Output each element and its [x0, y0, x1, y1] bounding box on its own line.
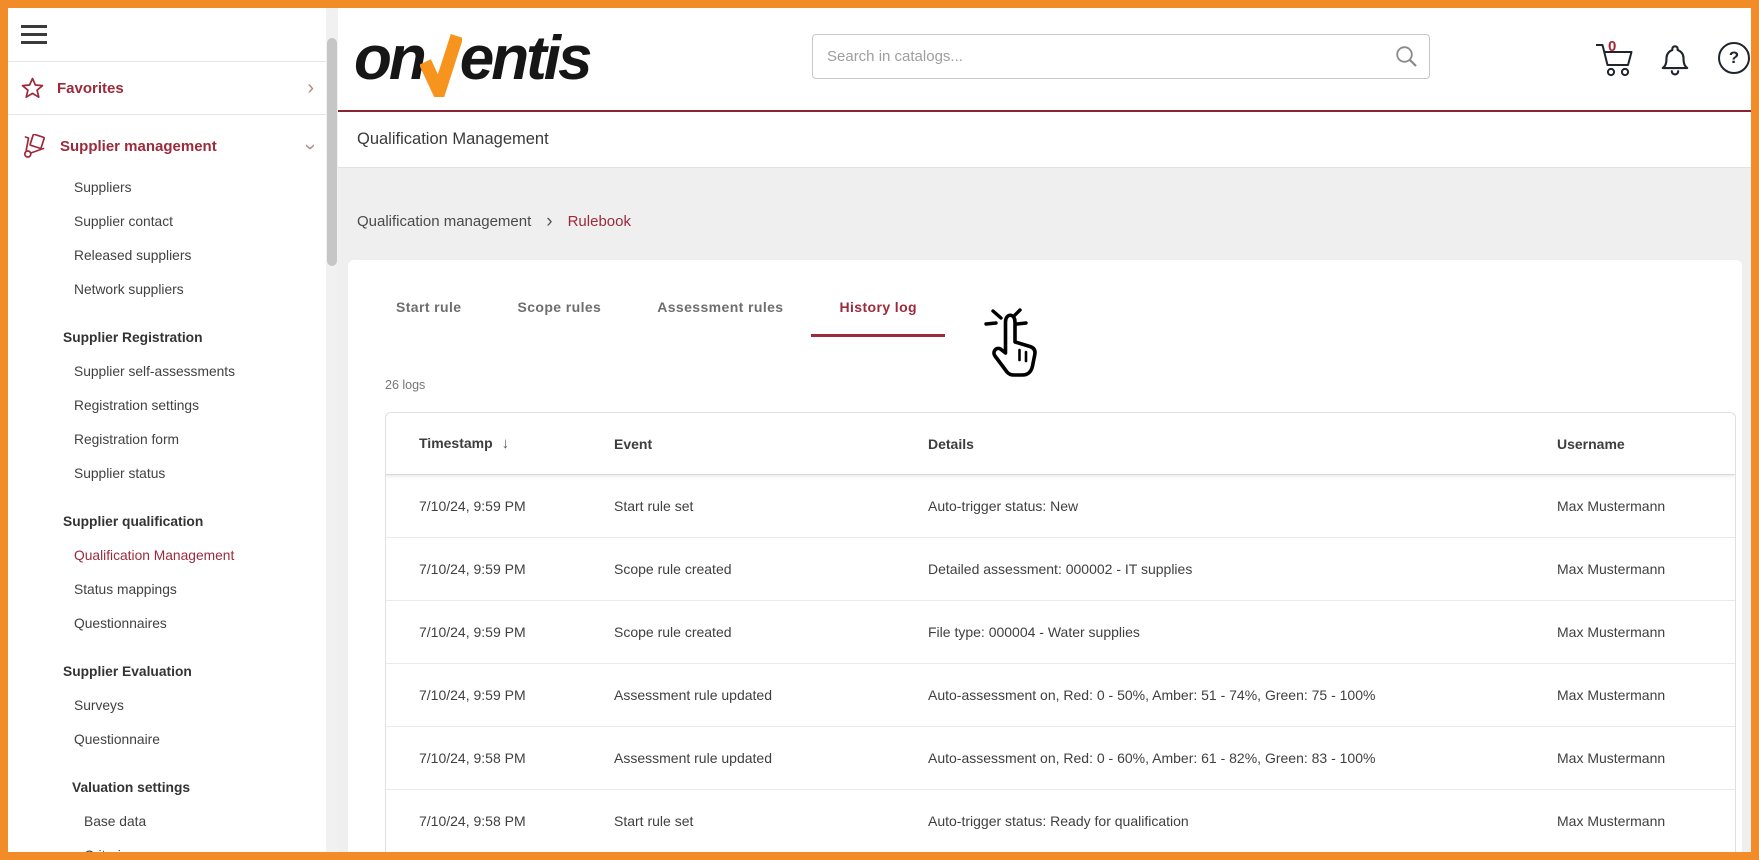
notifications-button[interactable]: [1658, 42, 1692, 81]
cell-details: Auto-trigger status: New: [928, 498, 1557, 514]
sidebar-item-favorites[interactable]: Favorites ›: [8, 62, 338, 115]
sidebar-item-questionnaires[interactable]: Questionnaires: [8, 607, 338, 641]
column-header-timestamp[interactable]: Timestamp↓: [386, 435, 614, 452]
table-row: 7/10/24, 9:59 PM Scope rule created Deta…: [386, 538, 1735, 601]
cell-timestamp: 7/10/24, 9:59 PM: [386, 624, 614, 640]
sidebar-item-registration-settings[interactable]: Registration settings: [8, 389, 338, 423]
sidebar-item-base-data[interactable]: Base data: [8, 805, 338, 839]
rulebook-panel: Start rule Scope rules Assessment rules …: [348, 260, 1742, 852]
page-title-bar: Qualification Management: [338, 112, 1751, 168]
logo-check-icon: [420, 31, 462, 97]
table-row: 7/10/24, 9:59 PM Start rule set Auto-tri…: [386, 475, 1735, 538]
sort-desc-icon: ↓: [502, 435, 510, 452]
section-title-supplier-evaluation: Supplier Evaluation: [8, 655, 338, 689]
tab-scope-rules[interactable]: Scope rules: [489, 294, 629, 320]
breadcrumb-separator-icon: ›: [546, 208, 552, 236]
breadcrumb-parent[interactable]: Qualification management: [357, 208, 531, 236]
tab-history-log[interactable]: History log: [811, 294, 945, 320]
cell-username: Max Mustermann: [1557, 498, 1735, 514]
cell-event: Scope rule created: [614, 561, 928, 577]
favorites-label: Favorites: [57, 80, 124, 97]
logo-part1: on: [354, 31, 424, 87]
cell-details: Detailed assessment: 000002 - IT supplie…: [928, 561, 1557, 577]
sidebar-nav: Suppliers Supplier contact Released supp…: [8, 171, 338, 852]
cell-timestamp: 7/10/24, 9:59 PM: [386, 561, 614, 577]
table-row: 7/10/24, 9:59 PM Scope rule created File…: [386, 601, 1735, 664]
table-header-row: Timestamp↓ Event Details Username: [386, 413, 1735, 475]
sidebar-item-criteria[interactable]: Criteria: [8, 839, 338, 852]
topbar: on entis: [338, 8, 1751, 112]
cell-details: Auto-assessment on, Red: 0 - 50%, Amber:…: [928, 687, 1557, 703]
sidebar-top: [8, 8, 338, 62]
main-area: on entis: [338, 8, 1751, 852]
cell-username: Max Mustermann: [1557, 687, 1735, 703]
cell-timestamp: 7/10/24, 9:59 PM: [386, 687, 614, 703]
section-title-valuation-settings: Valuation settings: [8, 771, 338, 805]
table-row: 7/10/24, 9:58 PM Start rule set Auto-tri…: [386, 790, 1735, 852]
cell-event: Assessment rule updated: [614, 687, 928, 703]
star-icon: [21, 77, 44, 99]
cart-button[interactable]: 0: [1593, 42, 1635, 83]
app-window: Favorites › Supplier management › Suppli…: [8, 8, 1751, 852]
cell-details: Auto-trigger status: Ready for qualifica…: [928, 813, 1557, 829]
column-header-username[interactable]: Username: [1557, 436, 1735, 452]
cell-username: Max Mustermann: [1557, 750, 1735, 766]
logs-count: 26 logs: [385, 378, 1742, 396]
cell-username: Max Mustermann: [1557, 813, 1735, 829]
cell-username: Max Mustermann: [1557, 624, 1735, 640]
cell-event: Start rule set: [614, 813, 928, 829]
cell-details: File type: 000004 - Water supplies: [928, 624, 1557, 640]
column-header-details[interactable]: Details: [928, 436, 1557, 452]
bell-icon: [1658, 42, 1692, 76]
sidebar-item-supplier-status[interactable]: Supplier status: [8, 457, 338, 491]
section-title-supplier-qualification: Supplier qualification: [8, 505, 338, 539]
history-log-table: Timestamp↓ Event Details Username 7/10/2…: [385, 412, 1736, 852]
catalog-search: [812, 34, 1430, 79]
tab-start-rule[interactable]: Start rule: [368, 294, 489, 320]
supplier-management-label: Supplier management: [60, 138, 217, 155]
sidebar-item-supplier-management[interactable]: Supplier management ›: [8, 115, 338, 163]
logo-part2: entis: [460, 31, 590, 87]
breadcrumb-current[interactable]: Rulebook: [568, 208, 631, 236]
sidebar-item-surveys[interactable]: Surveys: [8, 689, 338, 723]
cell-timestamp: 7/10/24, 9:58 PM: [386, 750, 614, 766]
sidebar-scrollbar-thumb[interactable]: [327, 38, 337, 266]
logo[interactable]: on entis: [354, 31, 589, 87]
content-area: Qualification management › Rulebook Star…: [338, 168, 1751, 852]
tab-assessment-rules[interactable]: Assessment rules: [629, 294, 811, 320]
cell-timestamp: 7/10/24, 9:59 PM: [386, 498, 614, 514]
cell-event: Start rule set: [614, 498, 928, 514]
cell-timestamp: 7/10/24, 9:58 PM: [386, 813, 614, 829]
help-button[interactable]: ?: [1718, 42, 1750, 74]
search-input[interactable]: [812, 34, 1430, 79]
chevron-right-icon: ›: [307, 78, 314, 98]
sidebar-item-registration-form[interactable]: Registration form: [8, 423, 338, 457]
breadcrumb: Qualification management › Rulebook: [357, 208, 1742, 236]
section-title-supplier-registration: Supplier Registration: [8, 321, 338, 355]
sidebar-item-questionnaire[interactable]: Questionnaire: [8, 723, 338, 757]
table-row: 7/10/24, 9:59 PM Assessment rule updated…: [386, 664, 1735, 727]
sidebar-item-qualification-management[interactable]: Qualification Management: [8, 539, 338, 573]
sidebar-item-status-mappings[interactable]: Status mappings: [8, 573, 338, 607]
cell-username: Max Mustermann: [1557, 561, 1735, 577]
dolly-icon: [21, 134, 47, 160]
search-icon[interactable]: [1395, 45, 1418, 68]
sidebar-item-supplier-contact[interactable]: Supplier contact: [8, 205, 338, 239]
cell-details: Auto-assessment on, Red: 0 - 60%, Amber:…: [928, 750, 1557, 766]
sidebar: Favorites › Supplier management › Suppli…: [8, 8, 338, 852]
cell-event: Scope rule created: [614, 624, 928, 640]
sidebar-item-network-suppliers[interactable]: Network suppliers: [8, 273, 338, 307]
help-icon: ?: [1729, 48, 1739, 68]
menu-icon[interactable]: [21, 20, 47, 49]
tab-bar: Start rule Scope rules Assessment rules …: [348, 260, 1742, 320]
sidebar-item-released-suppliers[interactable]: Released suppliers: [8, 239, 338, 273]
cart-count-badge: 0: [1608, 38, 1616, 55]
sidebar-item-supplier-self-assessments[interactable]: Supplier self-assessments: [8, 355, 338, 389]
column-header-event[interactable]: Event: [614, 436, 928, 452]
page-title: Qualification Management: [357, 130, 549, 149]
table-row: 7/10/24, 9:58 PM Assessment rule updated…: [386, 727, 1735, 790]
sidebar-item-suppliers[interactable]: Suppliers: [8, 171, 338, 205]
chevron-down-icon: ›: [301, 143, 321, 150]
cell-event: Assessment rule updated: [614, 750, 928, 766]
